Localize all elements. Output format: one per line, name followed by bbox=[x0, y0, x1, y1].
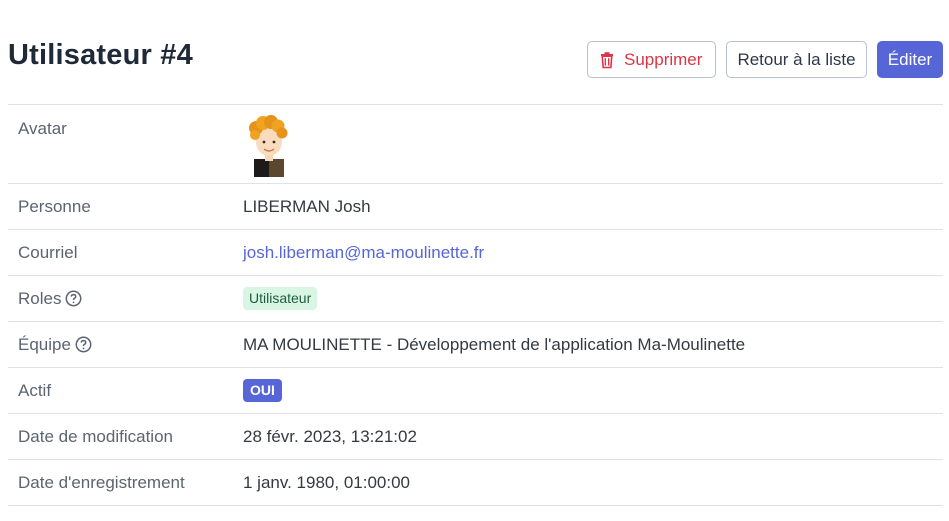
role-badge: Utilisateur bbox=[243, 287, 318, 310]
equipe-value: MA MOULINETTE - Développement de l'appli… bbox=[243, 334, 746, 354]
active-badge: OUI bbox=[243, 379, 282, 402]
trash-icon bbox=[598, 51, 616, 69]
question-circle-icon[interactable] bbox=[65, 290, 82, 307]
courriel-value: josh.liberman@ma-moulinette.fr bbox=[243, 230, 484, 275]
roles-value: Utilisateur bbox=[243, 276, 318, 321]
avatar bbox=[249, 115, 288, 177]
page-title: Utilisateur #4 bbox=[8, 39, 193, 71]
row-equipe: Équipe MA MOULINETTE - Développement de … bbox=[8, 322, 943, 368]
roles-label-container: Roles bbox=[18, 276, 82, 321]
date-modification-label: Date de modification bbox=[18, 426, 173, 446]
row-personne: Personne LIBERMAN Josh bbox=[8, 184, 943, 230]
personne-label: Personne bbox=[18, 196, 91, 216]
page-header: Utilisateur #4 Supprimer Retour à la lis… bbox=[8, 34, 943, 86]
row-actif: Actif OUI bbox=[8, 368, 943, 414]
roles-label: Roles bbox=[18, 288, 62, 308]
user-detail-page: Utilisateur #4 Supprimer Retour à la lis… bbox=[0, 0, 949, 521]
email-link[interactable]: josh.liberman@ma-moulinette.fr bbox=[243, 243, 484, 263]
row-roles: Roles Utilisateur bbox=[8, 276, 943, 322]
actif-value: OUI bbox=[243, 368, 282, 413]
equipe-label-container: Équipe bbox=[18, 322, 92, 367]
avatar-value bbox=[243, 105, 293, 183]
date-enregistrement-label: Date d'enregistrement bbox=[18, 472, 185, 492]
equipe-label: Équipe bbox=[18, 334, 71, 354]
actif-label: Actif bbox=[18, 380, 52, 400]
date-modification-value: 28 févr. 2023, 13:21:02 bbox=[243, 426, 417, 446]
date-enregistrement-value: 1 janv. 1980, 01:00:00 bbox=[243, 472, 410, 492]
row-date-enregistrement: Date d'enregistrement 1 janv. 1980, 01:0… bbox=[8, 460, 943, 506]
edit-button-label: Éditer bbox=[887, 49, 933, 69]
back-to-list-label: Retour à la liste bbox=[737, 49, 856, 69]
question-circle-icon[interactable] bbox=[75, 336, 92, 353]
delete-button[interactable]: Supprimer bbox=[587, 41, 716, 78]
delete-button-label: Supprimer bbox=[624, 49, 703, 69]
back-to-list-button[interactable]: Retour à la liste bbox=[726, 41, 867, 78]
action-buttons: Supprimer Retour à la liste Éditer bbox=[587, 41, 943, 78]
user-details-table: Avatar Personne LIBERMAN Josh Courriel j… bbox=[8, 104, 943, 506]
avatar-label: Avatar bbox=[18, 119, 67, 138]
personne-value: LIBERMAN Josh bbox=[243, 196, 371, 216]
row-date-modification: Date de modification 28 févr. 2023, 13:2… bbox=[8, 414, 943, 460]
row-avatar: Avatar bbox=[8, 105, 943, 184]
row-courriel: Courriel josh.liberman@ma-moulinette.fr bbox=[8, 230, 943, 276]
courriel-label: Courriel bbox=[18, 242, 78, 262]
edit-button[interactable]: Éditer bbox=[877, 41, 943, 78]
